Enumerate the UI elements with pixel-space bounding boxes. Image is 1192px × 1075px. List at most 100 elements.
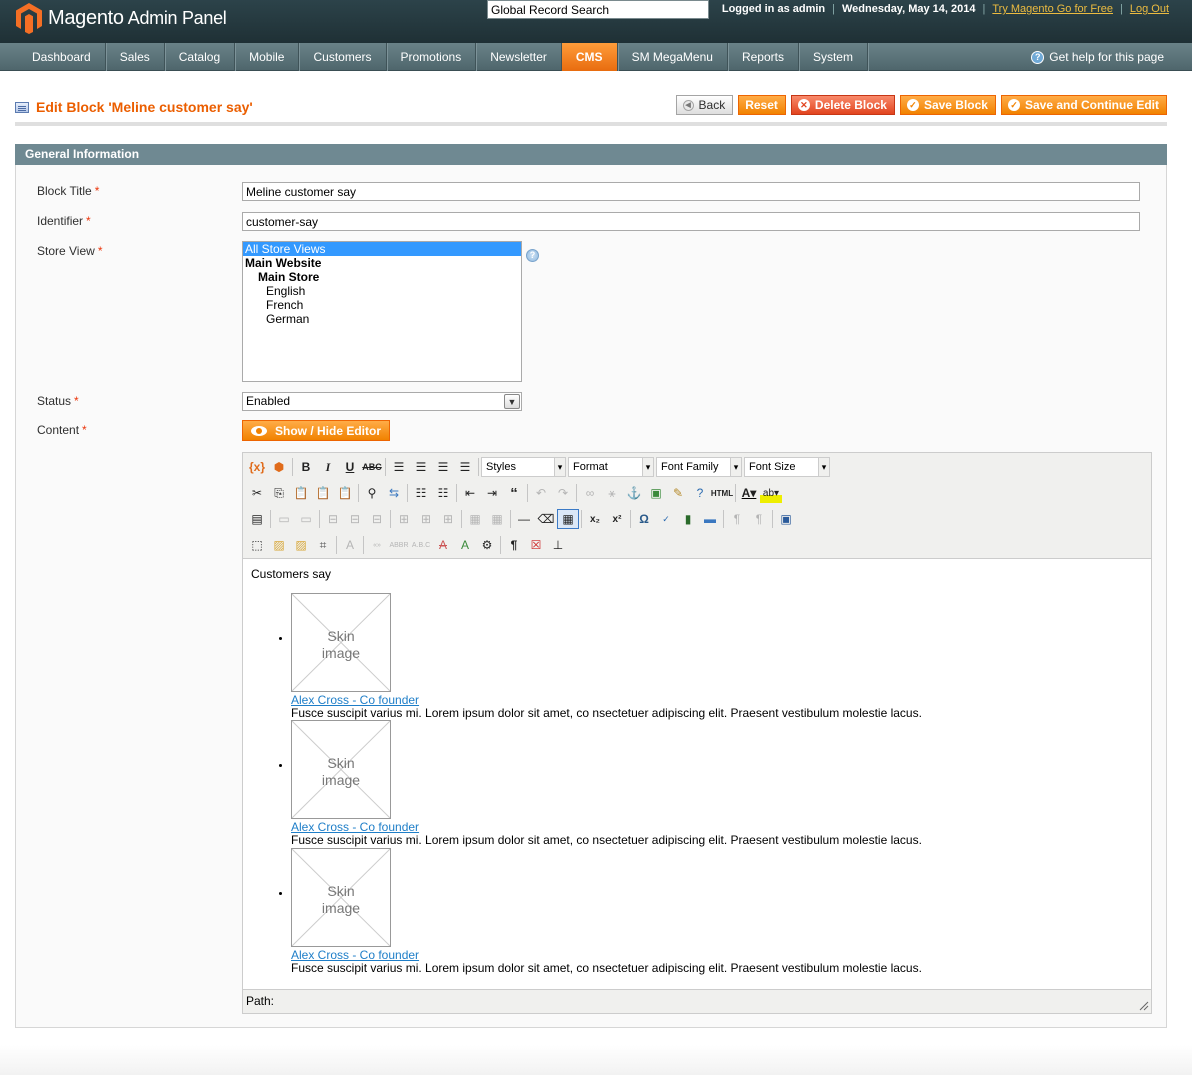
split-cells-icon[interactable]: ▦: [464, 509, 486, 529]
insert-widget-icon[interactable]: ⬢: [268, 457, 290, 477]
testimonial-author-link[interactable]: Alex Cross - Co founder: [291, 820, 419, 834]
paste-word-icon[interactable]: 📋: [334, 483, 356, 503]
abbr-icon[interactable]: ABBR: [388, 535, 410, 555]
superscript-icon[interactable]: x²: [606, 509, 628, 529]
merge-cells-icon[interactable]: ▦: [486, 509, 508, 529]
spellcheck-icon[interactable]: ✓: [655, 509, 677, 529]
outdent-icon[interactable]: ⇤: [459, 483, 481, 503]
anchor-icon[interactable]: ⚓: [623, 483, 645, 503]
store-option-all[interactable]: All Store Views: [243, 242, 521, 256]
nav-promotions[interactable]: Promotions: [387, 43, 477, 71]
status-select[interactable]: Enabled ▼: [242, 392, 522, 411]
cell-props-icon[interactable]: ▭: [295, 509, 317, 529]
help-editor-icon[interactable]: ?: [689, 483, 711, 503]
store-view-multiselect[interactable]: All Store Views Main Website Main Store …: [242, 241, 522, 382]
save-continue-button[interactable]: ✓ Save and Continue Edit: [1000, 95, 1167, 115]
find-icon[interactable]: ⚲: [361, 483, 383, 503]
align-right-icon[interactable]: ☰: [432, 457, 454, 477]
align-left-icon[interactable]: ☰: [388, 457, 410, 477]
horizontal-rule-icon[interactable]: —: [513, 509, 535, 529]
rtl-icon[interactable]: ¶: [748, 509, 770, 529]
nav-reports[interactable]: Reports: [728, 43, 799, 71]
nav-sales[interactable]: Sales: [106, 43, 165, 71]
magento-logo[interactable]: Magento Admin Panel: [14, 2, 227, 34]
nav-cms[interactable]: CMS: [561, 43, 618, 71]
align-justify-icon[interactable]: ☰: [454, 457, 476, 477]
strikethrough-icon[interactable]: ABC: [361, 457, 383, 477]
store-option-french[interactable]: French: [243, 298, 521, 312]
nav-system[interactable]: System: [799, 43, 868, 71]
acronym-icon[interactable]: A.B.C: [410, 535, 432, 555]
special-char-icon[interactable]: Ω: [633, 509, 655, 529]
paste-text-icon[interactable]: 📋: [312, 483, 334, 503]
identifier-input[interactable]: [242, 212, 1140, 231]
nav-dashboard[interactable]: Dashboard: [0, 43, 106, 71]
absolute-icon[interactable]: ⌗: [312, 535, 334, 555]
link-icon[interactable]: ∞: [579, 483, 601, 503]
insert-layer-icon[interactable]: ⬚: [246, 535, 268, 555]
nav-customers[interactable]: Customers: [299, 43, 387, 71]
ltr-icon[interactable]: ¶: [726, 509, 748, 529]
cut-icon[interactable]: ✂: [246, 483, 268, 503]
html-source-icon[interactable]: HTML: [711, 483, 733, 503]
replace-icon[interactable]: ⇆: [383, 483, 405, 503]
subscript-icon[interactable]: x₂: [584, 509, 606, 529]
info-icon[interactable]: ?: [526, 249, 539, 262]
align-center-icon[interactable]: ☰: [410, 457, 432, 477]
nav-sm-megamenu[interactable]: SM MegaMenu: [618, 43, 728, 71]
blockquote-icon[interactable]: “: [503, 483, 525, 503]
try-magento-link[interactable]: Try Magento Go for Free: [992, 3, 1113, 15]
attribs-icon[interactable]: ⚙: [476, 535, 498, 555]
image-icon[interactable]: ▣: [645, 483, 667, 503]
row-after-icon[interactable]: ⊟: [344, 509, 366, 529]
bold-icon[interactable]: B: [295, 457, 317, 477]
global-search-input[interactable]: [487, 0, 709, 19]
delete-row-icon[interactable]: ⊟: [366, 509, 388, 529]
highlight-color-icon[interactable]: ab▾: [760, 483, 782, 503]
font-size-dropdown[interactable]: Font Size: [744, 457, 830, 477]
store-option-german[interactable]: German: [243, 312, 521, 326]
help-link[interactable]: ? Get help for this page: [1031, 43, 1164, 71]
move-backward-icon[interactable]: ▨: [290, 535, 312, 555]
cite-icon[interactable]: «»: [366, 535, 388, 555]
del-icon[interactable]: A: [432, 535, 454, 555]
cleanup-icon[interactable]: ✎: [667, 483, 689, 503]
testimonial-author-link[interactable]: Alex Cross - Co founder: [291, 948, 419, 962]
copy-icon[interactable]: ⎘: [268, 483, 290, 503]
table-props-icon[interactable]: ▤: [246, 509, 268, 529]
styles-dropdown[interactable]: Styles: [481, 457, 566, 477]
nonbreaking-icon[interactable]: ☒: [525, 535, 547, 555]
delete-block-button[interactable]: ✕ Delete Block: [790, 95, 895, 115]
styleprops-icon[interactable]: A: [339, 535, 361, 555]
testimonial-author-link[interactable]: Alex Cross - Co founder: [291, 693, 419, 707]
save-block-button[interactable]: ✓ Save Block: [899, 95, 996, 115]
advhr-icon[interactable]: ▬: [699, 509, 721, 529]
back-button[interactable]: ◀ Back: [675, 95, 734, 115]
store-option-english[interactable]: English: [243, 284, 521, 298]
remove-format-icon[interactable]: ⌫: [535, 509, 557, 529]
logout-link[interactable]: Log Out: [1130, 3, 1169, 15]
italic-icon[interactable]: I: [317, 457, 339, 477]
redo-icon[interactable]: ↷: [552, 483, 574, 503]
undo-icon[interactable]: ↶: [530, 483, 552, 503]
format-dropdown[interactable]: Format: [568, 457, 654, 477]
editor-content-area[interactable]: Customers say Skin image Alex Cross - Co …: [243, 558, 1151, 990]
pagebreak-icon[interactable]: ⊥: [547, 535, 569, 555]
fullscreen-icon[interactable]: ▣: [775, 509, 797, 529]
underline-icon[interactable]: U: [339, 457, 361, 477]
resize-handle-icon[interactable]: [1139, 1001, 1149, 1011]
font-family-dropdown[interactable]: Font Family: [656, 457, 742, 477]
block-title-input[interactable]: [242, 182, 1140, 201]
insert-variable-icon[interactable]: {x}: [246, 457, 268, 477]
paste-icon[interactable]: 📋: [290, 483, 312, 503]
row-before-icon[interactable]: ⊟: [322, 509, 344, 529]
col-after-icon[interactable]: ⊞: [415, 509, 437, 529]
text-color-icon[interactable]: A▾: [738, 483, 760, 503]
row-props-icon[interactable]: ▭: [273, 509, 295, 529]
show-hide-editor-button[interactable]: Show / Hide Editor: [242, 420, 390, 441]
indent-icon[interactable]: ⇥: [481, 483, 503, 503]
numbered-list-icon[interactable]: ☷: [432, 483, 454, 503]
visual-chars-icon[interactable]: ¶: [503, 535, 525, 555]
col-before-icon[interactable]: ⊞: [393, 509, 415, 529]
nav-newsletter[interactable]: Newsletter: [476, 43, 562, 71]
